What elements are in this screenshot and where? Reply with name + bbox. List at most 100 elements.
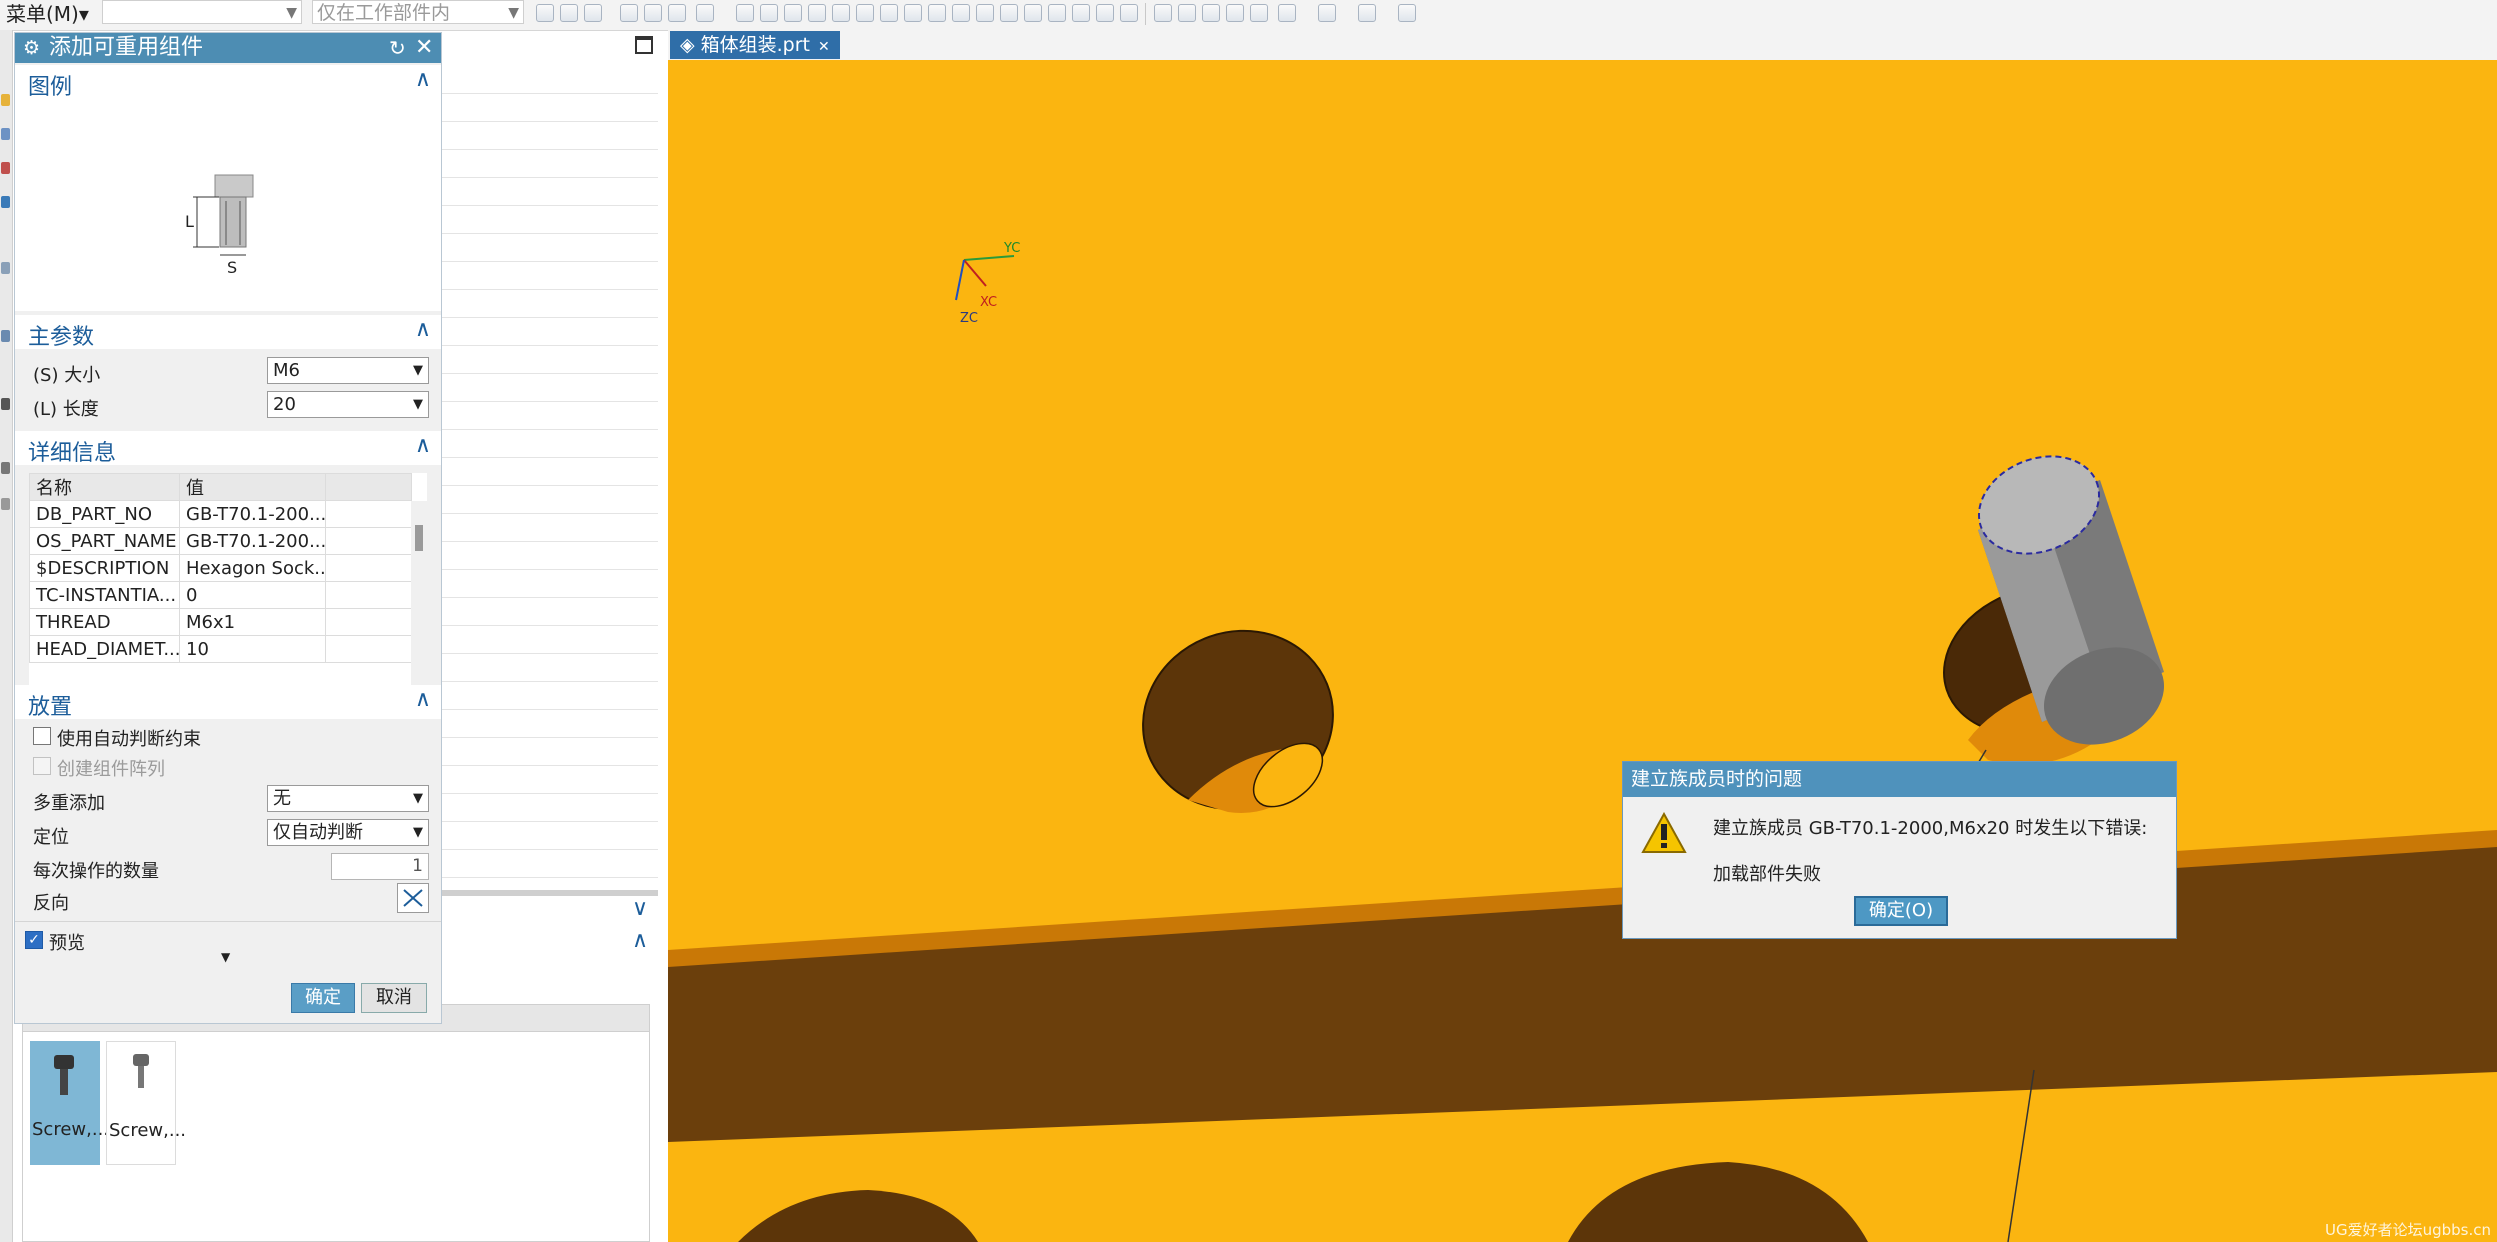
reset-icon[interactable]: ↻ xyxy=(389,33,406,63)
chevron-down-icon[interactable]: ∨ xyxy=(632,896,648,921)
circle-icon[interactable] xyxy=(952,4,970,22)
list-item[interactable] xyxy=(442,654,658,682)
reuse-library-icon[interactable] xyxy=(1,196,10,208)
list-item[interactable] xyxy=(442,318,658,346)
list-item[interactable] xyxy=(442,374,658,402)
fit-view-icon[interactable] xyxy=(1154,4,1172,22)
length-select[interactable]: 20 ▼ xyxy=(267,391,429,418)
edge-icon[interactable] xyxy=(1024,4,1042,22)
placement-header[interactable]: 放置 ∧ xyxy=(15,685,441,720)
list-item[interactable] xyxy=(442,598,658,626)
zoom-icon[interactable] xyxy=(1178,4,1196,22)
ok-button[interactable]: 确定 xyxy=(291,983,355,1013)
list-item[interactable] xyxy=(442,122,658,150)
solid-body-icon[interactable] xyxy=(736,4,754,22)
position-select[interactable]: 仅自动判断 ▼ xyxy=(267,819,429,846)
process-studio-icon[interactable] xyxy=(1,462,10,474)
details-header[interactable]: 详细信息 ∧ xyxy=(15,431,441,466)
main-params-header[interactable]: 主参数 ∧ xyxy=(15,315,441,350)
assembly-navigator-icon[interactable] xyxy=(1,128,10,140)
bolt-hole[interactable] xyxy=(738,1190,978,1242)
splitter[interactable] xyxy=(442,890,658,896)
history-icon[interactable] xyxy=(1,330,10,342)
chevron-up-icon[interactable]: ∧ xyxy=(632,928,648,953)
part-navigator-icon[interactable] xyxy=(1,94,10,106)
bolt-hole[interactable] xyxy=(1568,1162,1868,1242)
list-item[interactable] xyxy=(442,206,658,234)
list-item[interactable] xyxy=(442,682,658,710)
list-item[interactable] xyxy=(442,430,658,458)
menu-button[interactable]: 菜单(M)▾ xyxy=(0,2,89,26)
curve-icon[interactable] xyxy=(832,4,850,22)
table-row[interactable]: HEAD_DIAMET... 10 xyxy=(29,635,412,663)
size-select[interactable]: M6 ▼ xyxy=(267,357,429,384)
list-item[interactable] xyxy=(442,458,658,486)
line-icon[interactable] xyxy=(808,4,826,22)
plane-icon[interactable] xyxy=(1072,4,1090,22)
copy-icon[interactable] xyxy=(1120,4,1138,22)
orient-icon[interactable] xyxy=(1250,4,1268,22)
render-style-icon[interactable] xyxy=(1318,4,1336,22)
details-scrollbar[interactable] xyxy=(411,501,427,703)
list-item[interactable] xyxy=(442,850,658,878)
dialog-title-bar[interactable]: ⚙ 添加可重用组件 ↻ ✕ xyxy=(15,33,441,63)
library-item[interactable]: Screw,... xyxy=(106,1041,186,1165)
tangent-icon[interactable] xyxy=(1048,4,1066,22)
list-item[interactable] xyxy=(442,234,658,262)
list-item[interactable] xyxy=(442,514,658,542)
table-row[interactable]: DB_PART_NO GB-T70.1-200... xyxy=(29,500,412,528)
snap-mid-icon[interactable] xyxy=(668,4,686,22)
tab-assembly[interactable]: ◈ 箱体组装.prt ✕ xyxy=(670,31,840,59)
auto-constraint-checkbox[interactable] xyxy=(33,727,51,745)
list-item[interactable] xyxy=(442,290,658,318)
housing-side-face[interactable] xyxy=(668,843,2497,1142)
list-item[interactable] xyxy=(442,66,658,94)
column-header-name[interactable]: 名称 xyxy=(29,473,180,501)
chevron-up-icon[interactable]: ∧ xyxy=(415,317,431,342)
list-item[interactable] xyxy=(442,94,658,122)
system-materials-icon[interactable] xyxy=(1,398,10,410)
center-icon[interactable] xyxy=(976,4,994,22)
list-item[interactable] xyxy=(442,766,658,794)
list-item[interactable] xyxy=(442,262,658,290)
list-item[interactable] xyxy=(442,346,658,374)
list-item[interactable] xyxy=(442,738,658,766)
intersect-icon[interactable] xyxy=(928,4,946,22)
reverse-direction-button[interactable] xyxy=(397,883,429,913)
count-input[interactable]: 1 xyxy=(331,853,429,880)
layer-icon[interactable] xyxy=(1096,4,1114,22)
preview-checkbox[interactable]: ✓ xyxy=(25,931,43,949)
table-row[interactable]: THREAD M6x1 xyxy=(29,608,412,636)
quadrant-icon[interactable] xyxy=(1000,4,1018,22)
error-dialog-title-bar[interactable]: 建立族成员时的问题 xyxy=(1623,762,2176,797)
scope-combo[interactable]: 仅在工作部件内 ▼ xyxy=(312,0,524,24)
list-item[interactable] xyxy=(442,542,658,570)
chevron-up-icon[interactable]: ∧ xyxy=(415,687,431,712)
cube-icon[interactable] xyxy=(760,4,778,22)
list-item[interactable] xyxy=(442,794,658,822)
column-header-value[interactable]: 值 xyxy=(179,473,326,501)
spline-icon[interactable] xyxy=(880,4,898,22)
graphics-window[interactable]: YC XC ZC UG爱好者论坛ugbbs.cn xyxy=(668,60,2497,1242)
maximize-icon[interactable] xyxy=(635,36,653,54)
point-icon[interactable] xyxy=(904,4,922,22)
edit-section-icon[interactable] xyxy=(1398,4,1416,22)
list-item[interactable] xyxy=(442,402,658,430)
list-item[interactable] xyxy=(442,570,658,598)
table-row[interactable]: TC-INSTANTIA... 0 xyxy=(29,581,412,609)
list-item[interactable] xyxy=(442,178,658,206)
list-item[interactable] xyxy=(442,710,658,738)
expand-more-icon[interactable]: ▼ xyxy=(221,950,230,964)
close-icon[interactable]: ✕ xyxy=(415,33,433,63)
chevron-up-icon[interactable]: ∧ xyxy=(415,433,431,458)
selection-mode-icon[interactable] xyxy=(584,4,602,22)
chevron-up-icon[interactable]: ∧ xyxy=(415,67,431,92)
roles-icon[interactable] xyxy=(1,498,10,510)
model-scene[interactable]: YC XC ZC xyxy=(668,60,2497,1242)
scrollbar-thumb[interactable] xyxy=(415,525,423,551)
bolt-hole[interactable] xyxy=(1116,602,1360,837)
face-icon[interactable] xyxy=(784,4,802,22)
table-row[interactable]: $DESCRIPTION Hexagon Sock... xyxy=(29,554,412,582)
pan-icon[interactable] xyxy=(1226,4,1244,22)
cancel-button[interactable]: 取消 xyxy=(361,983,427,1013)
